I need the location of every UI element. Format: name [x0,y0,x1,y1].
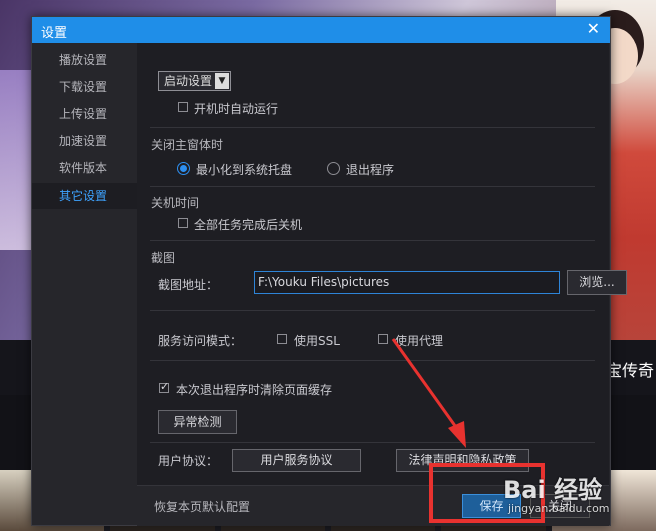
divider [150,310,595,311]
exit-radio-label: 退出程序 [346,163,395,177]
service-mode-label: 服务访问模式： [158,334,243,348]
minimize-radio[interactable] [177,162,190,175]
sidebar-item-download[interactable]: 下载设置 [32,75,137,100]
screenshot-path-input[interactable]: F:\Youku Files\pictures [254,271,560,294]
divider [150,240,595,241]
sidebar-item-version[interactable]: 软件版本 [32,156,137,181]
use-ssl-label: 使用SSL [294,334,340,348]
watermark-url: jingyan.baidu.com [508,502,610,515]
dialog-title: 设置 [41,26,68,41]
sidebar-item-other[interactable]: 其它设置 [32,183,137,209]
user-agreement-button[interactable]: 用户服务协议 [232,449,361,472]
clear-cache-checkbox[interactable] [159,380,169,393]
diagnose-button[interactable]: 异常检测 [158,410,237,434]
divider [150,127,595,128]
chevron-down-icon[interactable]: ▼ [215,73,229,89]
divider [150,360,595,361]
startup-select-value: 启动设置 [164,74,213,88]
reset-defaults-link[interactable]: 恢复本页默认配置 [154,498,250,515]
settings-sidebar: 播放设置 下载设置 上传设置 加速设置 软件版本 其它设置 [32,43,137,525]
dialog-titlebar[interactable]: 设置 ✕ [32,17,610,43]
agreement-label: 用户协议： [158,454,219,468]
close-icon[interactable]: ✕ [587,20,600,38]
use-ssl-checkbox[interactable] [277,334,287,344]
exit-radio[interactable] [327,162,340,175]
startup-select[interactable]: 启动设置 ▼ [158,71,231,91]
screenshot-path-label: 截图地址： [158,278,219,292]
shutdown-checkbox[interactable] [178,218,188,228]
clear-cache-label: 本次退出程序时清除页面缓存 [176,383,333,397]
settings-dialog: 设置 ✕ 播放设置 下载设置 上传设置 加速设置 软件版本 其它设置 启动设置 … [31,16,627,526]
background-banner-title: 宝传奇 [606,361,655,380]
use-proxy-checkbox[interactable] [378,334,388,344]
sidebar-item-acceleration[interactable]: 加速设置 [32,129,137,154]
sidebar-item-playback[interactable]: 播放设置 [32,48,137,73]
close-main-section-title: 关闭主窗体时 [151,138,224,152]
screenshot-section-title: 截图 [151,251,176,265]
autostart-label: 开机时自动运行 [194,102,279,116]
shutdown-label: 全部任务完成后关机 [194,218,303,232]
watermark-logo: Bai 经验 [503,476,603,504]
divider [150,186,595,187]
use-proxy-label: 使用代理 [395,334,444,348]
settings-content: 启动设置 ▼ 开机时自动运行 关闭主窗体时 最小化到系统托盘 退出程序 关机时间… [137,43,627,525]
browse-button[interactable]: 浏览... [567,270,627,295]
divider [150,442,595,443]
autostart-checkbox[interactable] [178,102,188,112]
shutdown-section-title: 关机时间 [151,196,200,210]
sidebar-item-upload[interactable]: 上传设置 [32,102,137,127]
minimize-radio-label: 最小化到系统托盘 [196,163,293,177]
